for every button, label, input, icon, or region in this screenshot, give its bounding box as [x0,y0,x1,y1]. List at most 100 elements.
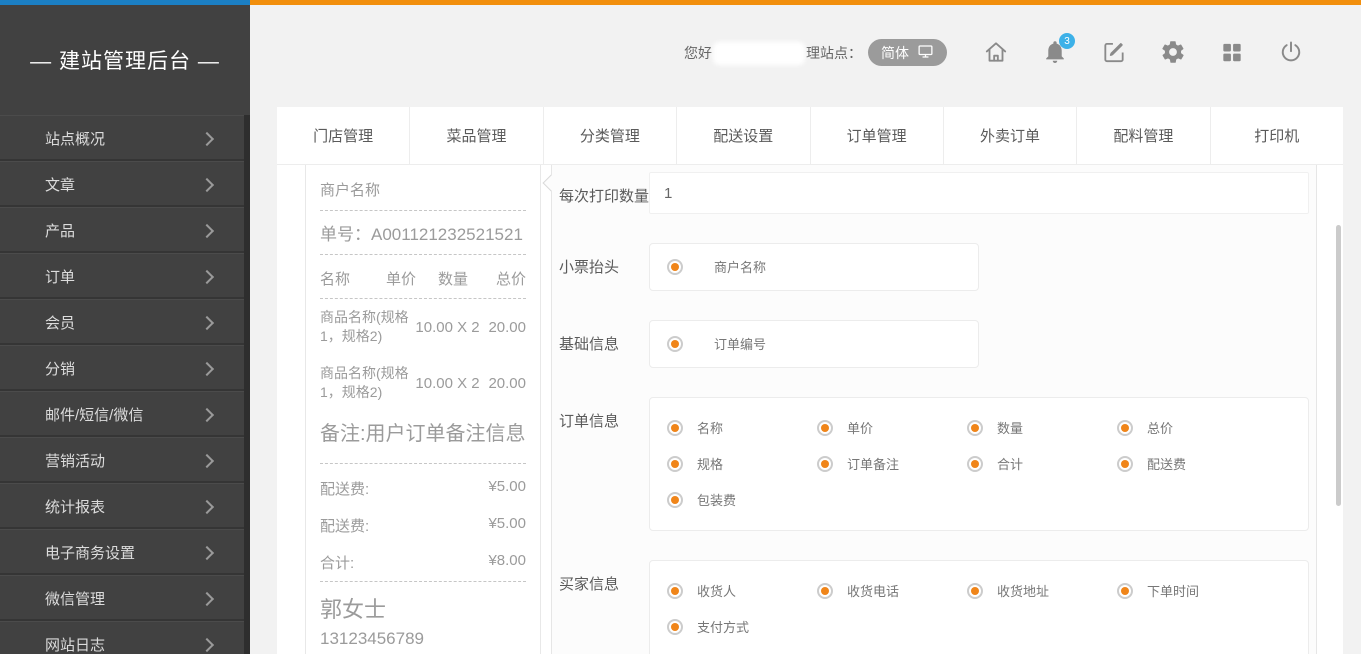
radio-option[interactable]: 下单时间 [1117,581,1267,600]
item-name: 商品名称(规格1，规格2) [320,308,413,346]
radio-option-label: 收货地址 [997,581,1049,600]
settings-sections: 小票抬头 商户名称 基础信息 订单编号 订单信息 名称 单价 数量 总价 规格 … [559,243,1316,654]
fee-value: ¥5.00 [488,478,526,499]
language-button[interactable]: 简体 [868,39,947,66]
option-box: 商户名称 [649,243,979,291]
edit-icon[interactable] [1101,39,1127,65]
col-total: 总价 [486,268,526,289]
sidebar-item[interactable]: 分销 [0,345,250,391]
radio-selected-icon[interactable] [817,456,833,472]
option-box: 名称 单价 数量 总价 规格 订单备注 合计 配送费 包装费 [649,397,1309,531]
radio-option[interactable]: 支付方式 [667,617,817,636]
sidebar-item[interactable]: 会员 [0,299,250,345]
option-row: 收货人 收货电话 收货地址 下单时间 [650,573,1308,609]
chevron-right-icon [200,361,214,375]
radio-option[interactable]: 总价 [1117,418,1267,437]
sidebar-item[interactable]: 订单 [0,253,250,299]
sidebar-item-label: 分销 [45,358,202,379]
tab[interactable]: 配料管理 [1077,107,1210,164]
sidebar-item[interactable]: 网站日志 [0,621,250,654]
option-row: 订单编号 [650,326,978,362]
notification-badge: 3 [1059,33,1075,49]
radio-option[interactable]: 收货人 [667,581,817,600]
radio-selected-icon[interactable] [667,420,683,436]
sidebar-item[interactable]: 文章 [0,161,250,207]
fee-value: ¥8.00 [488,552,526,573]
radio-option[interactable]: 合计 [967,454,1117,473]
power-icon[interactable] [1278,39,1304,65]
sidebar: — 建站管理后台 — 站点概况 文章 产品 订单 会员 分销 邮件/短信/微信 … [0,5,250,654]
header-greeting: 您好 理站点： [684,41,862,65]
radio-option[interactable]: 订单编号 [667,334,766,353]
radio-option[interactable]: 收货地址 [967,581,1117,600]
gear-icon[interactable] [1160,39,1186,65]
radio-option[interactable]: 配送费 [1117,454,1267,473]
tab-label: 菜品管理 [447,125,507,146]
radio-option-label: 下单时间 [1147,581,1199,600]
app-title: — 建站管理后台 — [0,45,250,75]
sidebar-item[interactable]: 微信管理 [0,575,250,621]
tab-bar: 门店管理 菜品管理 分类管理 配送设置 订单管理 外卖订单 配料管理 打印机 [277,107,1343,165]
radio-option[interactable]: 订单备注 [817,454,967,473]
sidebar-item[interactable]: 统计报表 [0,483,250,529]
sidebar-item[interactable]: 邮件/短信/微信 [0,391,250,437]
content-scrollbar[interactable] [1336,225,1341,506]
radio-selected-icon[interactable] [967,456,983,472]
chevron-right-icon [200,637,214,651]
fee-value: ¥5.00 [488,515,526,536]
col-name: 名称 [320,268,386,289]
settings-section: 买家信息 收货人 收货电话 收货地址 下单时间 支付方式 [559,560,1316,654]
settings-section: 订单信息 名称 单价 数量 总价 规格 订单备注 合计 配送费 包装费 [559,397,1316,531]
home-icon[interactable] [983,39,1009,65]
radio-selected-icon[interactable] [667,583,683,599]
radio-option[interactable]: 商户名称 [667,257,766,276]
sidebar-item[interactable]: 产品 [0,207,250,253]
radio-selected-icon[interactable] [667,456,683,472]
tab[interactable]: 配送设置 [677,107,810,164]
item-price-qty: 10.00 X 2 [413,375,482,392]
radio-option[interactable]: 数量 [967,418,1117,437]
radio-option[interactable]: 包装费 [667,490,817,509]
radio-selected-icon[interactable] [667,259,683,275]
radio-selected-icon[interactable] [967,420,983,436]
radio-selected-icon[interactable] [667,619,683,635]
tab-label: 配料管理 [1113,125,1173,146]
bell-icon[interactable]: 3 [1042,39,1068,65]
radio-selected-icon[interactable] [817,583,833,599]
tab[interactable]: 订单管理 [811,107,944,164]
option-row: 商户名称 [650,249,978,285]
radio-option-label: 商户名称 [714,257,766,276]
sidebar-scrollbar[interactable] [244,115,250,654]
grid-icon[interactable] [1219,39,1245,65]
tab[interactable]: 外卖订单 [944,107,1077,164]
radio-selected-icon[interactable] [1117,420,1133,436]
sidebar-item-label: 电子商务设置 [45,542,202,563]
sidebar-item[interactable]: 营销活动 [0,437,250,483]
radio-option[interactable]: 收货电话 [817,581,967,600]
buyer-phone: 13123456789 [320,624,526,649]
radio-option[interactable]: 单价 [817,418,967,437]
print-count-input[interactable] [649,172,1309,214]
radio-selected-icon[interactable] [817,420,833,436]
tab[interactable]: 打印机 [1211,107,1343,164]
tab[interactable]: 菜品管理 [410,107,543,164]
radio-selected-icon[interactable] [1117,583,1133,599]
language-label: 简体 [881,43,909,63]
sidebar-item[interactable]: 站点概况 [0,115,250,161]
radio-option-label: 配送费 [1147,454,1186,473]
tab[interactable]: 门店管理 [277,107,410,164]
radio-selected-icon[interactable] [1117,456,1133,472]
chevron-right-icon [200,591,214,605]
radio-selected-icon[interactable] [667,336,683,352]
tab-label: 门店管理 [313,125,373,146]
radio-selected-icon[interactable] [967,583,983,599]
radio-selected-icon[interactable] [667,492,683,508]
radio-option[interactable]: 名称 [667,418,817,437]
tab-label: 配送设置 [713,125,773,146]
radio-option[interactable]: 规格 [667,454,817,473]
receipt-items: 商品名称(规格1，规格2) 10.00 X 2 20.00 商品名称(规格1，规… [320,299,526,411]
col-price: 单价 [386,268,438,289]
sidebar-item[interactable]: 电子商务设置 [0,529,250,575]
tab[interactable]: 分类管理 [544,107,677,164]
radio-option-label: 收货人 [697,581,736,600]
